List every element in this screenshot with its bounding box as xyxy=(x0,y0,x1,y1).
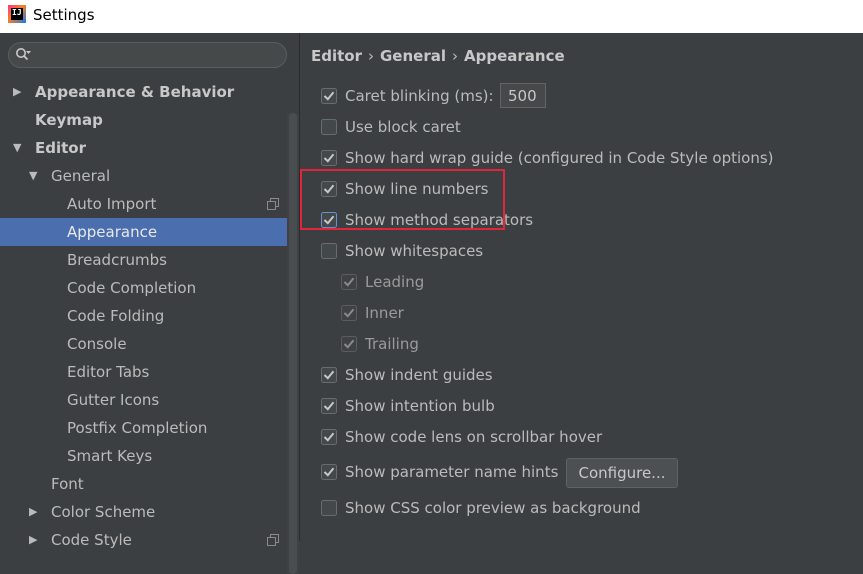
option-label: Inner xyxy=(365,304,404,322)
intellij-app-icon: IJ xyxy=(8,5,26,23)
option-trailing[interactable]: Trailing xyxy=(341,333,419,355)
sidebar-item-label: Appearance xyxy=(67,223,158,241)
sidebar-item-gutter-icons[interactable]: Gutter Icons xyxy=(0,386,287,414)
sidebar-item-editor[interactable]: ▼ Editor xyxy=(0,134,287,162)
chevron-right-icon[interactable]: ▶ xyxy=(13,78,21,106)
sidebar-item-label: Gutter Icons xyxy=(67,391,160,409)
option-leading[interactable]: Leading xyxy=(341,271,424,293)
sidebar-item-font[interactable]: Font xyxy=(0,470,287,498)
sidebar-item-label: Code Completion xyxy=(67,279,197,297)
checkbox-checked-icon[interactable] xyxy=(321,149,337,166)
option-label: Show code lens on scrollbar hover xyxy=(345,428,603,446)
sidebar-item-code-style[interactable]: ▶ Code Style xyxy=(0,526,287,554)
option-label: Show indent guides xyxy=(345,366,493,384)
option-inner[interactable]: Inner xyxy=(341,302,404,324)
option-label: Trailing xyxy=(365,335,419,353)
option-label: Show hard wrap guide (configured in Code… xyxy=(345,149,774,167)
checkbox-checked-icon[interactable] xyxy=(321,463,337,480)
sidebar-item-label: General xyxy=(51,167,111,185)
settings-tree: ▶ Appearance & Behavior Keymap ▼ Editor ▼ Gene… xyxy=(0,78,287,554)
chevron-down-icon[interactable]: ▼ xyxy=(29,162,37,190)
sidebar-item-label: Code Style xyxy=(51,531,132,549)
sidebar-item-appearance[interactable]: Appearance xyxy=(0,218,287,246)
sidebar-item-general[interactable]: ▼ General xyxy=(0,162,287,190)
checkbox-checked-icon[interactable] xyxy=(341,335,357,352)
checkbox-checked-icon[interactable] xyxy=(321,366,337,383)
breadcrumb-separator: › xyxy=(452,47,458,65)
highlight-annotation-box xyxy=(300,169,505,230)
option-label: Show parameter name hints xyxy=(345,463,559,481)
option-caret-blinking-ms[interactable]: Caret blinking (ms): xyxy=(321,85,494,107)
caret-blink-ms-field[interactable]: 500 xyxy=(500,83,546,108)
option-show-whitespaces[interactable]: Show whitespaces xyxy=(321,240,483,262)
chevron-right-icon[interactable]: ▶ xyxy=(29,498,37,526)
sidebar-item-label: Smart Keys xyxy=(67,447,153,465)
chevron-right-icon[interactable]: ▶ xyxy=(29,526,37,554)
search-icon[interactable] xyxy=(15,47,31,63)
sidebar-scrollbar[interactable] xyxy=(287,113,299,574)
checkbox-checked-icon[interactable] xyxy=(341,304,357,321)
sidebar-item-label: Editor xyxy=(35,139,86,157)
checkbox-unchecked-icon[interactable] xyxy=(321,242,337,259)
checkbox-unchecked-icon[interactable] xyxy=(321,499,337,516)
window-title: Settings xyxy=(33,6,95,24)
sidebar-item-editor-tabs[interactable]: Editor Tabs xyxy=(0,358,287,386)
sidebar-item-keymap[interactable]: Keymap xyxy=(0,106,287,134)
option-label: Show CSS color preview as background xyxy=(345,499,641,517)
configure-button[interactable]: Configure... xyxy=(566,458,678,488)
option-show-code-lens-on-scrollbar-hover[interactable]: Show code lens on scrollbar hover xyxy=(321,426,602,448)
breadcrumb-appearance[interactable]: Appearance xyxy=(464,47,565,65)
scrollbar-thumb[interactable] xyxy=(289,113,297,574)
sidebar-item-label: Auto Import xyxy=(67,195,157,213)
sidebar-item-label: Postfix Completion xyxy=(67,419,208,437)
sidebar-item-label: Breadcrumbs xyxy=(67,251,167,269)
option-label: Leading xyxy=(365,273,425,291)
sidebar-item-code-folding[interactable]: Code Folding xyxy=(0,302,287,330)
project-scope-icon xyxy=(267,534,279,546)
sidebar-item-label: Code Folding xyxy=(67,307,165,325)
sidebar-item-console[interactable]: Console xyxy=(0,330,287,358)
sidebar-item-smart-keys[interactable]: Smart Keys xyxy=(0,442,287,470)
checkbox-checked-icon[interactable] xyxy=(321,397,337,414)
sidebar-item-label: Font xyxy=(51,475,84,493)
option-label: Caret blinking (ms): xyxy=(345,87,494,105)
sidebar-item-appearance-behavior[interactable]: ▶ Appearance & Behavior xyxy=(0,78,287,106)
sidebar-item-label: Keymap xyxy=(35,111,103,129)
breadcrumb-separator: › xyxy=(368,47,374,65)
chevron-down-icon[interactable]: ▼ xyxy=(13,134,21,162)
breadcrumb-general[interactable]: General xyxy=(380,47,446,65)
breadcrumb-editor[interactable]: Editor xyxy=(311,47,362,65)
sidebar-item-code-completion[interactable]: Code Completion xyxy=(0,274,287,302)
option-label: Show whitespaces xyxy=(345,242,484,260)
option-show-indent-guides[interactable]: Show indent guides xyxy=(321,364,493,386)
option-use-block-caret[interactable]: Use block caret xyxy=(321,116,461,138)
checkbox-checked-icon[interactable] xyxy=(321,87,337,104)
sidebar-item-auto-import[interactable]: Auto Import xyxy=(0,190,287,218)
option-show-css-color-preview-as-background[interactable]: Show CSS color preview as background xyxy=(321,497,641,519)
checkbox-checked-icon[interactable] xyxy=(321,428,337,445)
search-input[interactable] xyxy=(8,42,287,68)
sidebar-item-label: Console xyxy=(67,335,127,353)
option-label: Show intention bulb xyxy=(345,397,495,415)
breadcrumb: Editor › General › Appearance xyxy=(311,47,565,65)
checkbox-unchecked-icon[interactable] xyxy=(321,118,337,135)
sidebar-item-label: Color Scheme xyxy=(51,503,156,521)
option-label: Use block caret xyxy=(345,118,461,136)
option-show-hard-wrap-guide-configured-in-code-style-options[interactable]: Show hard wrap guide (configured in Code… xyxy=(321,147,774,169)
sidebar-item-postfix-completion[interactable]: Postfix Completion xyxy=(0,414,287,442)
sidebar-item-label: Editor Tabs xyxy=(67,363,150,381)
title-bar: IJ Settings xyxy=(0,0,863,33)
option-show-parameter-name-hints[interactable]: Show parameter name hints xyxy=(321,461,558,483)
checkbox-checked-icon[interactable] xyxy=(341,273,357,290)
settings-sidebar: ▶ Appearance & Behavior Keymap ▼ Editor ▼ Gene… xyxy=(0,33,299,574)
sidebar-item-color-scheme[interactable]: ▶ Color Scheme xyxy=(0,498,287,526)
option-show-intention-bulb[interactable]: Show intention bulb xyxy=(321,395,495,417)
sidebar-item-label: Appearance & Behavior xyxy=(35,83,235,101)
project-scope-icon xyxy=(267,198,279,210)
settings-content: Editor › General › Appearance Caret blinking… xyxy=(299,33,863,541)
sidebar-item-breadcrumbs[interactable]: Breadcrumbs xyxy=(0,246,287,274)
